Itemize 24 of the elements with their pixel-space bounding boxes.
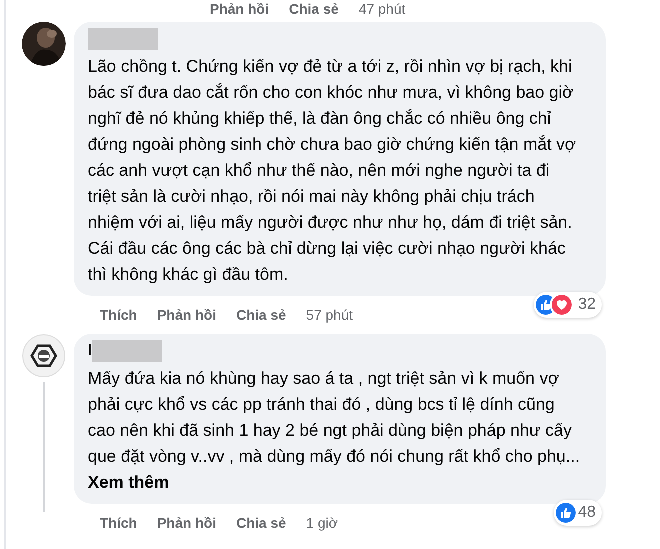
comment-action[interactable]: Phản hồi bbox=[157, 304, 216, 326]
comment-text: Lão chồng t. Chứng kiến vợ đẻ từ a tới z, rồi nhìn vợ bị rạch, khi bác sĩ đưa dao cắt rốn cho con khóc như mưa, vì không bao giờ nghĩ đẻ nó khủng khiếp thế, là đàn ông chắc có nhiều ông chỉ đứng ngoài phòng sinh chờ chưa bao giờ chứng kiến tận mắt vợ các anh vượt cạn khổ như thế nào, nên mới nghe người ta đi triệt sản là cười nhạo, rồi nói mai này không phải chịu trách nhiệm với ai, liệu mấy người được như như họ, dám đi triệt sản. Cái đầu các ông các bà chỉ dừng lại việc cười nhạo người khác thì không khác gì đầu tôm. bbox=[88, 56, 578, 286]
comment-action[interactable]: Thích bbox=[100, 304, 138, 326]
comment-time: 57 phút bbox=[306, 306, 353, 325]
comment-action[interactable]: Chia sẻ bbox=[236, 304, 286, 326]
redacted-name bbox=[88, 28, 158, 50]
see-more-link[interactable]: Xem thêm bbox=[88, 473, 170, 492]
comment-action[interactable]: Phản hồi bbox=[157, 512, 216, 534]
comment-action[interactable]: Chia sẻ bbox=[289, 1, 339, 17]
comment-time: 1 giờ bbox=[306, 514, 338, 533]
hexagon-avatar-icon bbox=[22, 334, 66, 378]
reaction-badge[interactable]: 32 bbox=[534, 292, 602, 318]
comment-action[interactable]: Phản hồi bbox=[210, 1, 270, 17]
reaction-count: 32 bbox=[578, 295, 596, 315]
reaction-badge[interactable]: 48 bbox=[554, 500, 602, 526]
redacted-name bbox=[92, 340, 162, 362]
comment-action[interactable]: Thích bbox=[100, 512, 138, 534]
like-icon bbox=[556, 503, 576, 523]
comment-action[interactable]: Chia sẻ bbox=[236, 512, 286, 534]
comment-text: Mấy đứa kia nó khùng hay sao á ta , ngt triệt sản vì k muốn vợ phải cực khổ vs các pp tránh thai đó , dùng bcs tỉ lệ dính cũng cao nên khi đã sinh 1 hay 2 bé ngt phải dùng biện pháp như cấy que đặt vòng v..vv , mà dùng mấy đó nói chung rất khổ cho phụ... Xem thêm bbox=[88, 368, 582, 494]
reaction-count: 48 bbox=[578, 503, 596, 523]
comment-action[interactable]: 47 phút bbox=[358, 1, 406, 17]
heart-icon bbox=[552, 295, 572, 315]
commenter-name[interactable]: I bbox=[88, 343, 92, 359]
